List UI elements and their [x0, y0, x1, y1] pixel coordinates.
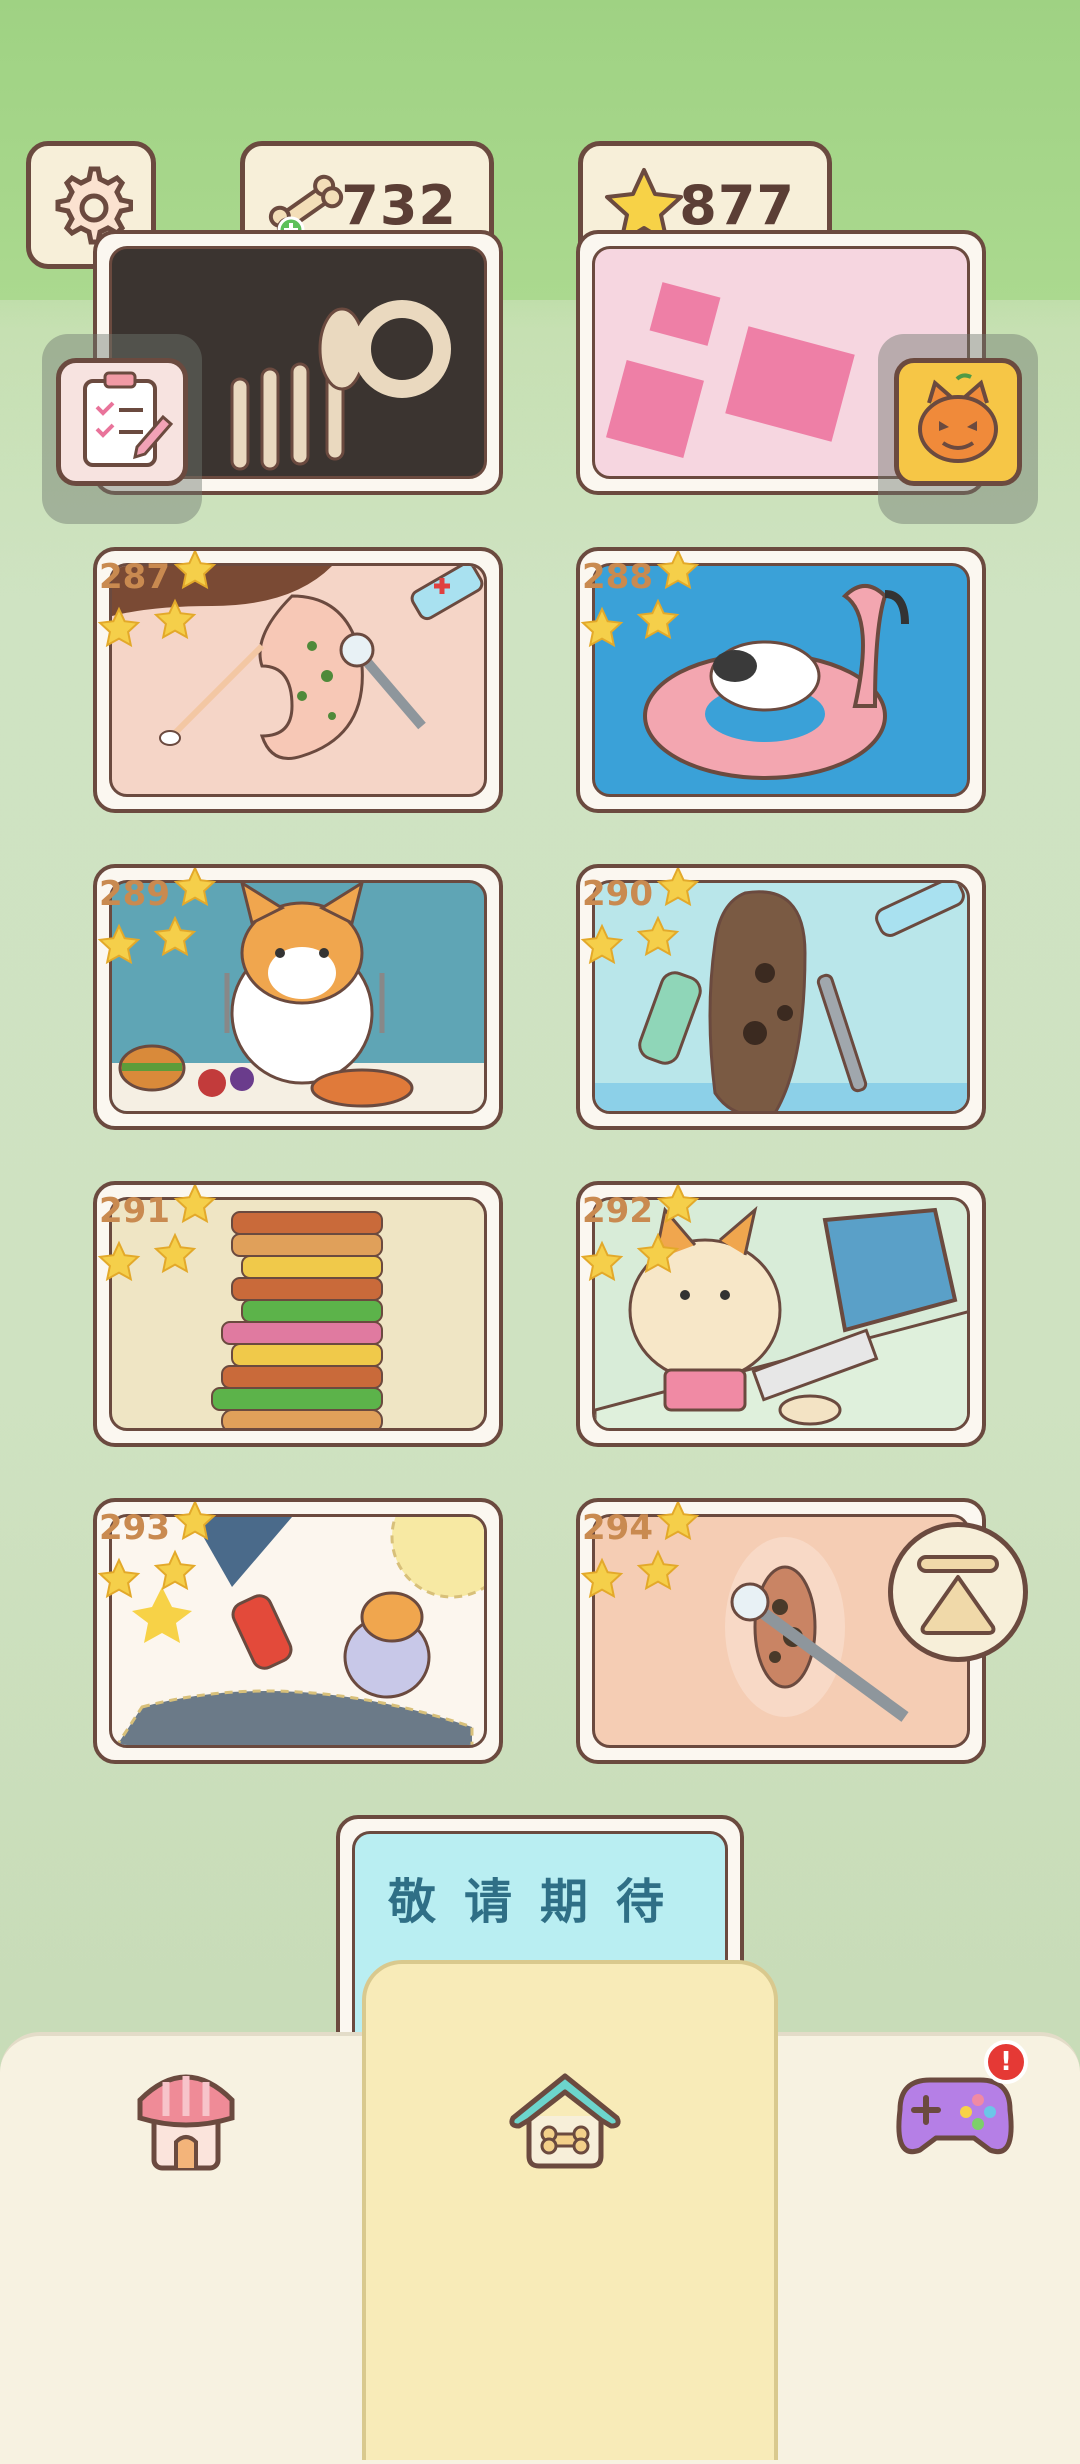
- star-icon: [656, 1502, 700, 1541]
- level-card[interactable]: 292: [576, 1181, 986, 1447]
- star-icon: [636, 1232, 680, 1274]
- star-icon: [97, 1240, 141, 1282]
- star-icon: [580, 1240, 624, 1282]
- level-stars: [580, 1502, 700, 1599]
- star-icon: [97, 1557, 141, 1599]
- star-icon: [580, 606, 624, 648]
- level-stars: [97, 551, 217, 648]
- task-clipboard-icon: [83, 371, 174, 467]
- home-tab[interactable]: [505, 2060, 625, 2180]
- star-icon: [153, 1549, 197, 1591]
- level-stars: [580, 1185, 700, 1282]
- star-icon: [173, 1185, 217, 1224]
- event-button[interactable]: [878, 334, 1038, 524]
- task-button-frame: [56, 358, 188, 486]
- level-stars: [580, 551, 700, 648]
- level-card[interactable]: 290: [576, 864, 986, 1130]
- star-icon: [656, 868, 700, 907]
- level-card[interactable]: 291: [93, 1181, 503, 1447]
- shop-awning-icon: [137, 2074, 235, 2171]
- star-icon: [580, 923, 624, 965]
- star-icon: [173, 868, 217, 907]
- pumpkin-cat-icon: [918, 373, 998, 463]
- star-icon: [636, 915, 680, 957]
- level-card[interactable]: 288: [576, 547, 986, 813]
- level-stars: [97, 1185, 217, 1282]
- level-card[interactable]: 289: [93, 864, 503, 1130]
- notification-badge: !: [984, 2040, 1028, 2084]
- star-icon: [636, 1549, 680, 1591]
- task-button[interactable]: [42, 334, 202, 524]
- home-tab-highlight: [362, 1960, 778, 2460]
- star-icon: [153, 598, 197, 640]
- level-stars: [97, 1502, 217, 1599]
- level-stars: [580, 868, 700, 965]
- star-icon: [656, 551, 700, 590]
- event-button-frame: [894, 358, 1022, 486]
- star-icon: [173, 1502, 217, 1541]
- stars-count: 877: [679, 174, 795, 237]
- bones-count: 732: [341, 174, 457, 237]
- scroll-to-top-button[interactable]: [888, 1522, 1028, 1662]
- dog-house-icon: [509, 2073, 621, 2169]
- level-card[interactable]: 287: [93, 547, 503, 813]
- scroll-up-icon: [917, 1555, 999, 1635]
- level-stars: [97, 868, 217, 965]
- games-tab[interactable]: !: [880, 2040, 1030, 2180]
- star-icon: [580, 1557, 624, 1599]
- coming-soon-text: 敬请期待: [387, 1874, 692, 1930]
- star-icon: [636, 598, 680, 640]
- shop-tab[interactable]: [126, 2060, 246, 2180]
- star-icon: [153, 1232, 197, 1274]
- star-icon: [656, 1185, 700, 1224]
- star-icon: [97, 923, 141, 965]
- star-icon: [173, 551, 217, 590]
- star-icon: [153, 915, 197, 957]
- star-icon: [97, 606, 141, 648]
- level-card[interactable]: 293: [93, 1498, 503, 1764]
